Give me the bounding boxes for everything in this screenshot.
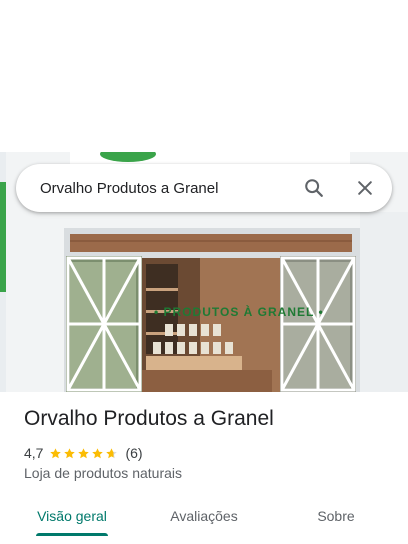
place-title: Orvalho Produtos a Granel [24,407,274,430]
star-icon [64,447,76,458]
tab-reviews[interactable]: Avaliações [156,496,252,536]
search-icon [305,179,323,197]
search-button[interactable] [298,172,330,204]
review-count: (6) [125,445,143,461]
close-button[interactable] [349,172,381,204]
star-icon [78,447,90,458]
star-rating [49,447,119,460]
search-input[interactable] [40,164,300,212]
tab-overview[interactable]: Visão geral [24,496,120,536]
active-tab-indicator [36,533,108,536]
place-category[interactable]: Loja de produtos naturais [24,465,182,481]
star-icon [106,447,118,458]
close-icon [358,181,372,195]
map-area-blank [0,0,408,152]
star-icon [92,447,104,458]
place-tabs: Visão geral Avaliações Sobre [0,496,408,536]
tab-about[interactable]: Sobre [296,496,376,536]
star-icon [50,447,62,458]
store-sign-text: • PRODUTOS À GRANEL • [154,305,324,319]
search-bar [16,164,392,212]
rating-row[interactable]: 4,7 (6) [24,444,143,462]
rating-value: 4,7 [24,445,44,461]
